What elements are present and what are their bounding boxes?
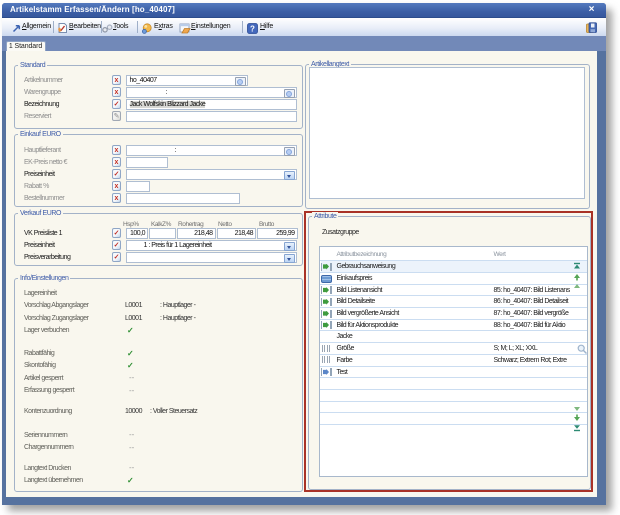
svg-text:?: ? xyxy=(250,24,255,33)
